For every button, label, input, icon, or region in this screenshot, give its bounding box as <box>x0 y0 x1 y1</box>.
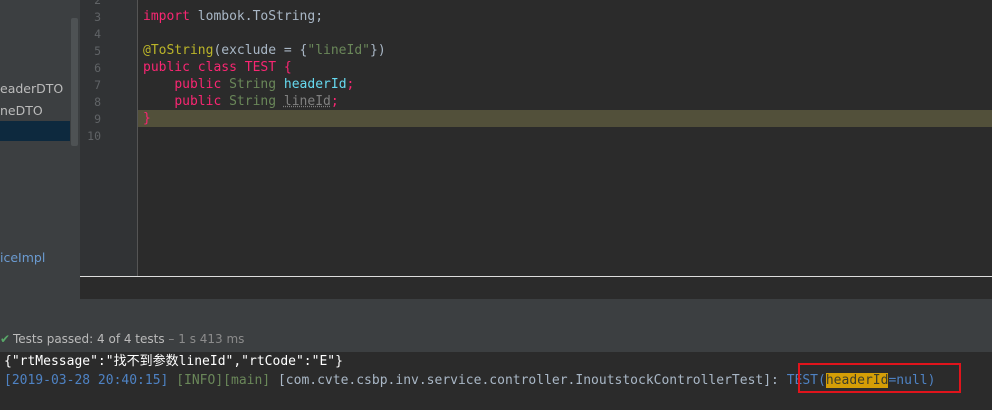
log-class: [com.cvte.csbp.inv.service.controller.In… <box>277 373 779 388</box>
tests-passed-text: Tests passed: 4 of 4 tests – 1 s 413 ms <box>13 332 244 346</box>
keyword: import <box>143 9 190 24</box>
line-number: 6 <box>94 61 101 75</box>
semicolon: ; <box>346 77 355 92</box>
sidebar-item-serviceimpl[interactable]: iceImpl <box>0 250 45 265</box>
console-log-line: [2019-03-28 20:40:15] [INFO][main] [com.… <box>4 372 935 389</box>
unused-field-name: lineId <box>283 94 331 109</box>
log-thread: [main] <box>223 373 271 388</box>
closing-brace: } <box>143 111 151 126</box>
log-level: [INFO] <box>176 373 224 388</box>
line-number: 5 <box>94 44 101 58</box>
tests-passed-prefix: Tests passed: <box>13 332 98 346</box>
class-name: TEST { <box>236 60 292 75</box>
field-name: headerId <box>283 77 347 92</box>
annotation-highlight-box <box>798 363 961 393</box>
type-name: String <box>229 94 277 109</box>
annotation: @ToString <box>143 43 214 58</box>
sidebar-scrollbar[interactable] <box>71 18 78 146</box>
sidebar-item-headerdto[interactable]: eaderDTO <box>0 81 63 96</box>
tests-passed-count: 4 of 4 tests <box>97 332 165 346</box>
keyword: class <box>197 60 237 75</box>
line-number: 4 <box>94 27 101 41</box>
check-icon: ✔ <box>0 332 11 346</box>
editor-lower-area <box>80 277 992 299</box>
annotation-args-close: }) <box>370 43 386 58</box>
line-number: 10 <box>87 129 101 143</box>
code-line-6[interactable]: public class TEST { <box>143 59 292 76</box>
code-line-7[interactable]: public String headerId; <box>143 76 354 93</box>
line-number: 3 <box>94 10 101 24</box>
code-line-5[interactable]: @ToString(exclude = {"lineId"}) <box>143 42 386 59</box>
line-number: 9 <box>94 112 101 126</box>
keyword: public <box>174 94 222 109</box>
code-line-3[interactable]: import lombok.ToString; <box>143 8 323 25</box>
string-literal: "lineId" <box>307 43 370 58</box>
sidebar-item-linedto[interactable]: neDTO <box>0 103 43 118</box>
code-line-9[interactable]: } <box>143 110 151 127</box>
log-timestamp: [2019-03-28 20:40:15] <box>4 373 169 388</box>
project-sidebar: eaderDTO neDTO iceImpl <box>0 0 80 299</box>
line-number-gutter: 2 3 4 5 6 7 8 9 10 <box>80 0 138 276</box>
semicolon: ; <box>330 94 339 109</box>
tests-duration: – 1 s 413 ms <box>164 332 245 346</box>
code-line-8[interactable]: public String lineId; <box>143 93 339 110</box>
line-number: 2 <box>94 0 101 7</box>
annotation-args-open: (exclude = { <box>213 43 308 58</box>
import-path: lombok.ToString; <box>189 9 324 24</box>
line-number: 7 <box>94 78 101 92</box>
test-status-bar: ✔ Tests passed: 4 of 4 tests – 1 s 413 m… <box>0 325 992 352</box>
line-number: 8 <box>94 95 101 109</box>
current-line-highlight <box>80 110 992 127</box>
console-json-line: {"rtMessage":"找不到参数lineId","rtCode":"E"} <box>4 354 343 369</box>
keyword: public <box>174 77 222 92</box>
type-name: String <box>229 77 277 92</box>
sidebar-selected-item[interactable] <box>0 121 70 141</box>
run-toolbar <box>0 299 992 326</box>
keyword: public <box>143 60 190 75</box>
